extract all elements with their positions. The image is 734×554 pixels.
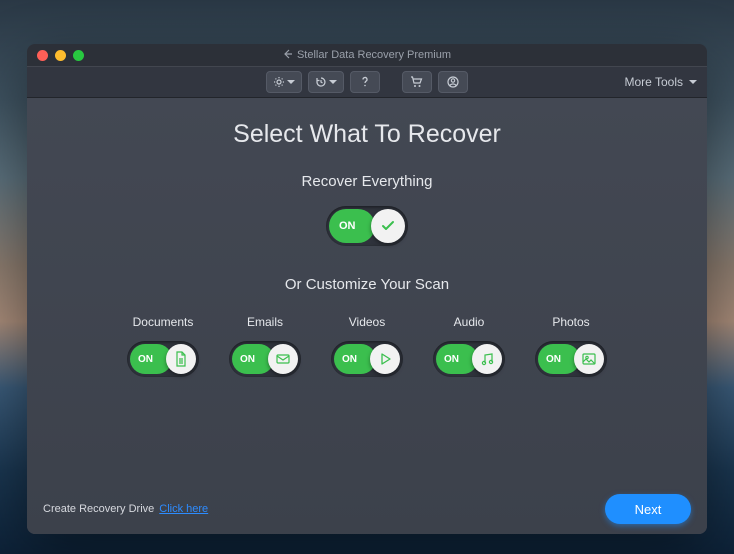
window-title: Stellar Data Recovery Premium xyxy=(27,49,707,61)
toggle-on-label: ON xyxy=(444,354,459,365)
account-button[interactable] xyxy=(438,71,468,93)
category-label: Audio xyxy=(454,315,485,329)
click-here-link[interactable]: Click here xyxy=(159,503,208,515)
category-label: Emails xyxy=(247,315,283,329)
more-tools-label: More Tools xyxy=(625,75,683,89)
emails-toggle[interactable]: ON xyxy=(229,341,301,377)
recover-everything-toggle[interactable]: ON xyxy=(326,206,408,246)
documents-toggle[interactable]: ON xyxy=(127,341,199,377)
back-arrow-icon xyxy=(283,49,293,59)
cart-button[interactable] xyxy=(402,71,432,93)
category-photos: Photos ON xyxy=(535,315,607,377)
toolbar: More Tools xyxy=(27,66,707,98)
footer: Create Recovery Drive Click here Next xyxy=(27,484,707,534)
gear-icon xyxy=(273,76,285,88)
create-recovery-drive-label: Create Recovery Drive xyxy=(43,503,154,515)
toggle-on-label: ON xyxy=(342,354,357,365)
more-tools-dropdown[interactable]: More Tools xyxy=(625,75,697,89)
chevron-down-icon xyxy=(287,80,295,84)
category-label: Documents xyxy=(133,315,194,329)
toggle-on-label: ON xyxy=(339,220,356,232)
play-icon xyxy=(377,351,393,367)
toggle-on-label: ON xyxy=(240,354,255,365)
titlebar: Stellar Data Recovery Premium xyxy=(27,44,707,66)
category-documents: Documents ON xyxy=(127,315,199,377)
chevron-down-icon xyxy=(329,80,337,84)
user-icon xyxy=(447,76,459,88)
cart-icon xyxy=(410,76,424,88)
next-label: Next xyxy=(635,502,662,517)
recover-everything-label: Recover Everything xyxy=(302,173,433,190)
check-icon xyxy=(380,218,396,234)
main-content: Select What To Recover Recover Everythin… xyxy=(27,98,707,534)
help-icon xyxy=(360,76,370,88)
music-icon xyxy=(479,351,495,367)
chevron-down-icon xyxy=(689,80,697,84)
photos-toggle[interactable]: ON xyxy=(535,341,607,377)
settings-button[interactable] xyxy=(266,71,302,93)
history-icon xyxy=(315,76,327,88)
customize-scan-label: Or Customize Your Scan xyxy=(285,276,449,293)
videos-toggle[interactable]: ON xyxy=(331,341,403,377)
app-window: Stellar Data Recovery Premium xyxy=(27,44,707,534)
category-videos: Videos ON xyxy=(331,315,403,377)
next-button[interactable]: Next xyxy=(605,494,691,524)
desktop-background: Stellar Data Recovery Premium xyxy=(0,0,734,554)
history-button[interactable] xyxy=(308,71,344,93)
photo-icon xyxy=(581,351,597,367)
toggle-on-label: ON xyxy=(138,354,153,365)
category-label: Videos xyxy=(349,315,385,329)
category-audio: Audio ON xyxy=(433,315,505,377)
toggle-on-label: ON xyxy=(546,354,561,365)
document-icon xyxy=(173,351,189,367)
help-button[interactable] xyxy=(350,71,380,93)
category-row: Documents ON Emails ON xyxy=(47,315,687,377)
page-title: Select What To Recover xyxy=(233,120,501,149)
category-emails: Emails ON xyxy=(229,315,301,377)
category-label: Photos xyxy=(552,315,589,329)
email-icon xyxy=(275,351,291,367)
audio-toggle[interactable]: ON xyxy=(433,341,505,377)
